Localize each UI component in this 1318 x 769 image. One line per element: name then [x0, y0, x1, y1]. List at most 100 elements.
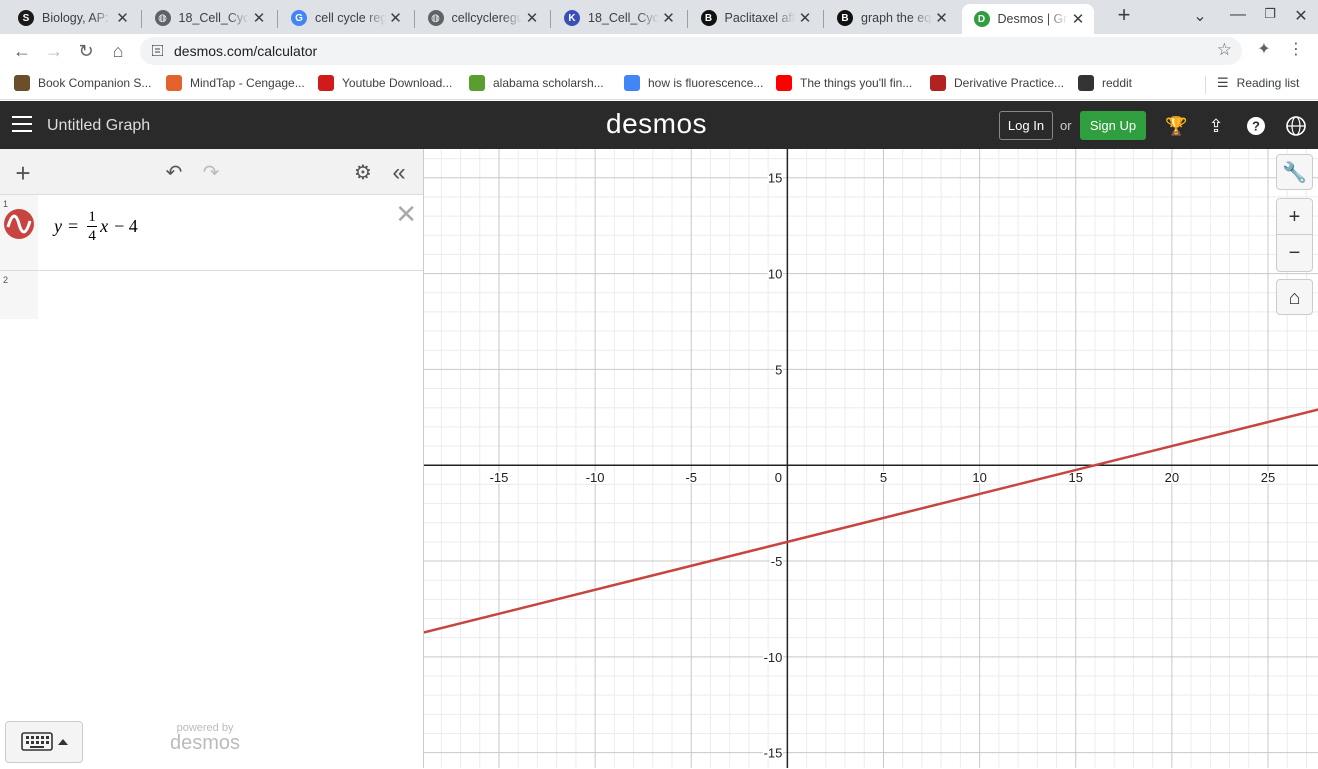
close-tab-icon[interactable]: ✕: [795, 9, 815, 27]
tab-separator: [823, 10, 824, 28]
home-viewport-icon: ⌂: [1288, 287, 1301, 309]
bookmark-favicon-icon: [14, 75, 30, 91]
trophy-icon[interactable]: 🏆: [1165, 115, 1187, 137]
chrome-menu-icon[interactable]: ⋮: [1284, 39, 1308, 59]
tab-favicon-icon: G: [291, 10, 307, 26]
forward-icon[interactable]: →: [42, 39, 66, 63]
tab-favicon-icon: D: [973, 11, 990, 27]
browser-tab-1[interactable]: S Biology, AP: S ✕: [6, 4, 139, 32]
bookmark-label: Youtube Download...: [342, 76, 453, 90]
signup-button[interactable]: Sign Up: [1080, 111, 1146, 140]
site-info-icon[interactable]: [152, 45, 163, 56]
menu-icon[interactable]: [12, 116, 32, 134]
close-tab-icon[interactable]: ✕: [1068, 10, 1088, 28]
expression-math[interactable]: y = 1 4 x − 4: [54, 209, 138, 244]
graph-title[interactable]: Untitled Graph: [47, 117, 150, 135]
expression-index: 1: [3, 199, 9, 209]
close-window-icon[interactable]: ✕: [1289, 6, 1313, 26]
math-constant: − 4: [114, 216, 138, 236]
bookmark-3[interactable]: Youtube Download...: [318, 75, 452, 91]
close-tab-icon[interactable]: ✕: [249, 9, 269, 27]
login-button[interactable]: Log In: [999, 111, 1053, 140]
browser-tab-6[interactable]: B Paclitaxel aff ✕: [689, 4, 822, 32]
desmos-logo: desmos: [606, 108, 708, 139]
zoom-controls: + −: [1276, 198, 1313, 272]
y-tick-label: 15: [768, 171, 782, 186]
redo-icon[interactable]: ↷: [199, 161, 223, 185]
bookmark-favicon-icon: [1078, 75, 1094, 91]
browser-tab-7[interactable]: Bgraph the equ ✕: [825, 4, 958, 32]
keyboard-icon: [21, 732, 68, 751]
bookmark-8[interactable]: reddit: [1078, 75, 1132, 91]
bookmark-6[interactable]: The things you'll fin...: [776, 75, 912, 91]
browser-tab-3[interactable]: Gcell cycle regu✕: [279, 4, 412, 32]
browser-tab-strip: SBiology, AP: S✕◍18_Cell_Cycle✕Gcell cyc…: [0, 0, 1318, 34]
svg-text:?: ?: [1252, 119, 1260, 134]
x-tick-label: 20: [1165, 470, 1179, 485]
help-icon[interactable]: ?: [1245, 115, 1267, 137]
address-bar[interactable]: desmos.com/calculator ☆: [140, 37, 1242, 65]
share-icon[interactable]: ⇪: [1205, 115, 1227, 137]
bookmark-label: reddit: [1102, 76, 1133, 90]
close-tab-icon[interactable]: ✕: [932, 9, 952, 27]
restore-icon[interactable]: ❐: [1258, 6, 1282, 22]
powered-by-desmos[interactable]: powered by desmos: [170, 722, 240, 755]
bookmark-label: Derivative Practice...: [954, 76, 1065, 90]
reading-list-button[interactable]: ☰ Reading list: [1217, 75, 1299, 91]
bookmark-2[interactable]: MindTap - Cengage...: [166, 75, 305, 91]
settings-gear-icon[interactable]: ⚙: [351, 161, 375, 185]
tab-title: Paclitaxel aff: [724, 11, 796, 25]
tab-search-icon[interactable]: ⌄: [1188, 6, 1212, 26]
language-globe-icon[interactable]: [1285, 115, 1307, 137]
close-tab-icon[interactable]: ✕: [386, 9, 406, 27]
close-tab-icon[interactable]: ✕: [659, 9, 679, 27]
minimize-icon[interactable]: —: [1226, 6, 1250, 24]
x-tick-label: 25: [1261, 470, 1275, 485]
y-tick-label: 5: [775, 362, 782, 377]
add-item-icon[interactable]: +: [11, 160, 35, 186]
tab-title: 18_Cell_Cycle: [588, 11, 659, 25]
zoom-out-icon[interactable]: −: [1277, 235, 1312, 271]
wrench-icon: 🔧: [1282, 162, 1307, 184]
collapse-list-icon[interactable]: «: [387, 161, 411, 185]
tab-favicon-icon: S: [18, 10, 34, 26]
bookmark-favicon-icon: [469, 75, 485, 91]
expression-row-1[interactable]: 1 ✕ y = 1 4 x − 4: [0, 195, 423, 271]
graph-canvas[interactable]: -15 -10 -5 0 5 10 15 20 25-15-10-551015: [424, 149, 1318, 768]
line-style-icon[interactable]: [4, 209, 34, 239]
zoom-in-icon[interactable]: +: [1277, 199, 1312, 235]
graph-settings-button[interactable]: 🔧: [1276, 154, 1313, 190]
bookmark-1[interactable]: Book Companion S...: [14, 75, 151, 91]
reload-icon[interactable]: ↻: [74, 39, 98, 63]
home-icon[interactable]: ⌂: [106, 39, 130, 63]
back-icon[interactable]: ←: [10, 39, 34, 63]
tab-separator: [277, 10, 278, 28]
tab-separator: [550, 10, 551, 28]
default-viewport-button[interactable]: ⌂: [1276, 279, 1313, 315]
browser-tab-4[interactable]: ◍ cellcycleregul ✕: [416, 4, 549, 32]
close-tab-icon[interactable]: ✕: [113, 9, 133, 27]
tab-separator: [686, 10, 688, 28]
bookmark-4[interactable]: alabama scholarsh...: [469, 75, 604, 91]
browser-tab-8[interactable]: D Desmos | Gra ✕: [961, 4, 1094, 34]
undo-icon[interactable]: ↶: [162, 161, 186, 185]
bookmark-favicon-icon: [776, 75, 792, 91]
close-tab-icon[interactable]: ✕: [522, 9, 542, 27]
bookmarks-bar: Book Companion S... MindTap - Cengage... Y…: [0, 68, 1318, 100]
keypad-toggle-button[interactable]: [5, 721, 83, 763]
bookmark-star-icon[interactable]: ☆: [1217, 40, 1232, 60]
browser-tab-2[interactable]: ◍ 18_Cell_Cycle✕: [143, 4, 276, 32]
extensions-icon[interactable]: ✦: [1252, 39, 1276, 59]
bookmark-5[interactable]: how is fluorescence...: [624, 75, 763, 91]
graph-paper[interactable]: -15 -10 -5 0 5 10 15 20 25 -15 -10 -5 5 10 15: [424, 149, 1318, 768]
tab-title: Desmos | Gra: [997, 12, 1069, 26]
delete-expression-icon[interactable]: ✕: [395, 199, 417, 230]
new-tab-button[interactable]: +: [1112, 4, 1136, 28]
x-tick-label: 10: [972, 470, 986, 485]
bookmark-7[interactable]: Derivative Practice...: [930, 75, 1064, 91]
browser-tab-5[interactable]: K 18_Cell_Cycle✕: [552, 4, 685, 32]
expression-panel: + ↶ ↷ ⚙ « 1 ✕ y = 1 4 x − 4 2 powered by…: [0, 149, 424, 768]
x-tick-label: 5: [880, 470, 887, 485]
expression-row-2[interactable]: 2: [0, 271, 423, 319]
bookmarks-divider: [1205, 76, 1206, 94]
